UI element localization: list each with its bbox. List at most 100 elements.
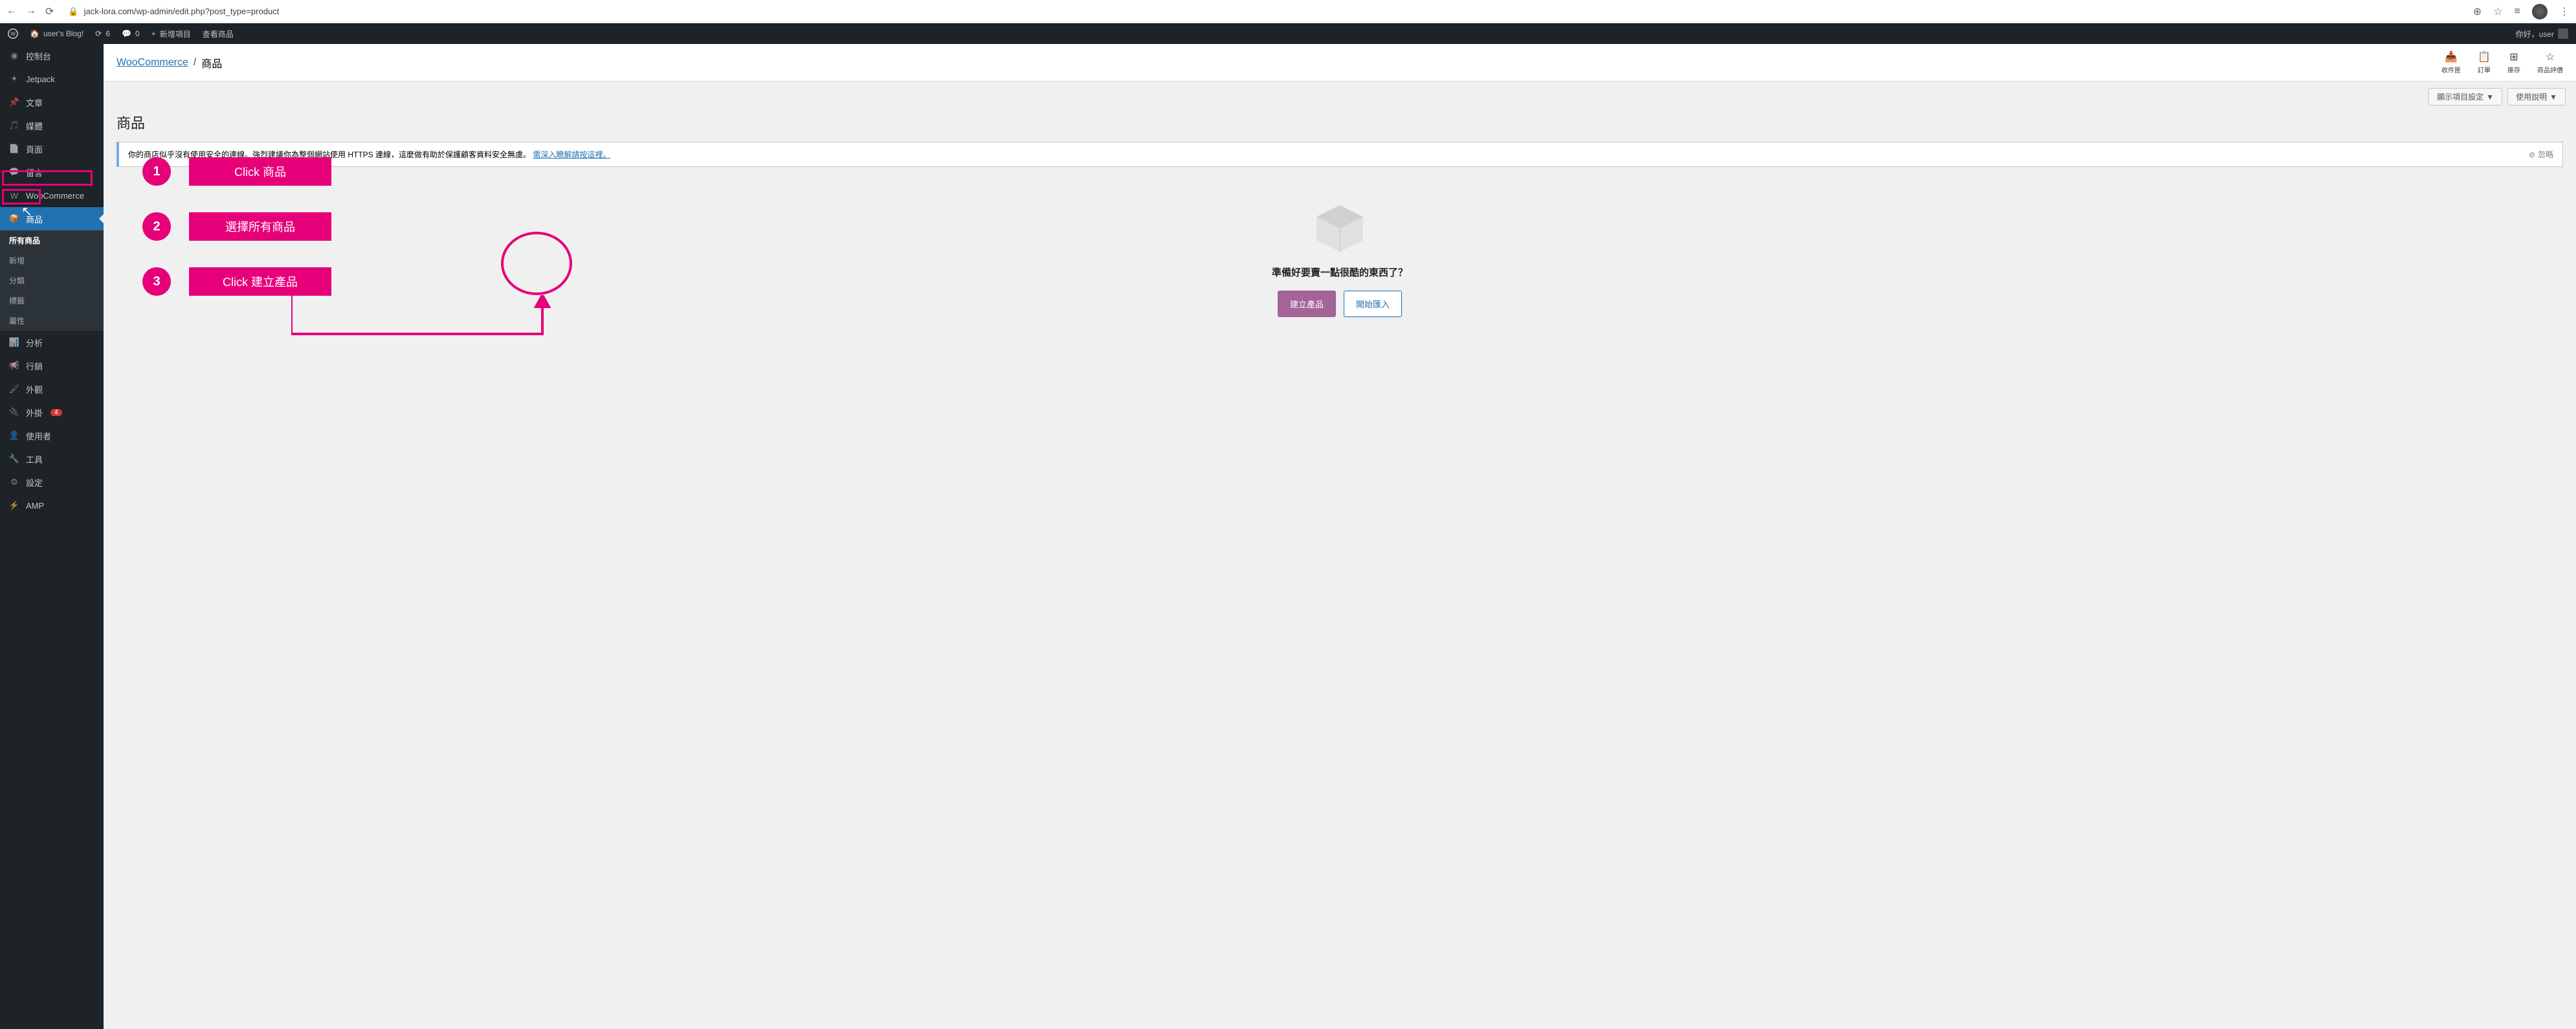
sidebar-item-amp[interactable]: ⚡ AMP xyxy=(0,494,104,517)
analytics-icon: 📊 xyxy=(8,336,21,349)
header-icon-商品評價[interactable]: ☆商品評價 xyxy=(2537,50,2563,74)
translate-icon[interactable]: ⊕ xyxy=(2473,5,2482,18)
sidebar-item-woo[interactable]: WWooCommerce xyxy=(0,184,104,207)
woo-icon: W xyxy=(8,189,21,202)
sidebar-item-label: 分析 xyxy=(26,337,43,349)
close-icon: ⊘ xyxy=(2529,150,2535,159)
sidebar-item-label: 文章 xyxy=(26,96,43,109)
appearance-icon: 🖌 xyxy=(8,382,21,395)
screen-options-tab[interactable]: 顯示項目設定▼ xyxy=(2428,88,2502,105)
annotation-step-3: 3 Click 建立產品 xyxy=(142,267,331,296)
header-icon-label: 訂單 xyxy=(2478,65,2491,74)
sidebar-item-label: 使用者 xyxy=(26,430,51,442)
content-area: WooCommerce / 商品 📥收件匣📋訂單⊞庫存☆商品評價 顯示項目設定▼… xyxy=(104,44,2576,1029)
sidebar-item-pin[interactable]: 📌 文章 xyxy=(0,91,104,114)
reload-icon[interactable]: ⟳ xyxy=(45,5,54,18)
package-icon xyxy=(1311,199,1369,258)
star-icon[interactable]: ☆ xyxy=(2493,5,2502,18)
header-icon-收件匣[interactable]: 📥 收件匣 xyxy=(2441,50,2461,74)
sidebar-item-analytics[interactable]: 📊 分析 xyxy=(0,331,104,354)
browser-toolbar: ← → ⟳ 🔒 jack-lora.com/wp-admin/edit.php?… xyxy=(0,0,2576,23)
svg-text:W: W xyxy=(10,31,16,37)
dashboard-icon: ◉ xyxy=(8,49,21,62)
submenu-item[interactable]: 標籤 xyxy=(0,291,104,311)
sidebar-item-jetpack[interactable]: ✦Jetpack xyxy=(0,67,104,91)
header-icon-glyph: ☆ xyxy=(2546,50,2555,63)
header-icon-label: 庫存 xyxy=(2507,65,2520,74)
header-icon-label: 收件匣 xyxy=(2441,65,2461,74)
update-badge: 4 xyxy=(50,409,62,416)
sidebar-item-label: 設定 xyxy=(26,476,43,489)
step-number: 3 xyxy=(142,267,171,296)
plugins-icon: 🔌 xyxy=(8,406,21,419)
sidebar-item-product[interactable]: 📦商品 xyxy=(0,207,104,230)
header-icon-庫存[interactable]: ⊞庫存 xyxy=(2507,50,2520,74)
view-products-link[interactable]: 查看商品 xyxy=(203,28,234,39)
header-icon-glyph: 📥 xyxy=(2445,50,2458,63)
annotation-step-2: 2 選擇所有商品 xyxy=(142,212,331,241)
chevron-down-icon: ▼ xyxy=(2486,93,2494,102)
pin-icon: 📌 xyxy=(8,96,21,109)
start-import-button[interactable]: 開始匯入 xyxy=(1344,291,1402,317)
step-number: 2 xyxy=(142,212,171,241)
submenu-item[interactable]: 屬性 xyxy=(0,311,104,331)
url-text: jack-lora.com/wp-admin/edit.php?post_typ… xyxy=(84,6,280,16)
sidebar-item-plugins[interactable]: 🔌外掛4 xyxy=(0,401,104,424)
empty-state: 準備好要賣一點很酷的東西了？ 建立產品 開始匯入 xyxy=(104,199,2576,317)
sidebar-item-media[interactable]: 🎵媒體 xyxy=(0,114,104,137)
url-bar[interactable]: 🔒 jack-lora.com/wp-admin/edit.php?post_t… xyxy=(63,3,2464,21)
annotation-step-1: 1 Click 商品 xyxy=(142,157,331,186)
profile-avatar[interactable] xyxy=(2532,4,2548,19)
sidebar-item-page[interactable]: 📄頁面 xyxy=(0,137,104,160)
new-link[interactable]: + 新增項目 xyxy=(151,28,191,39)
sidebar-item-label: 外觀 xyxy=(26,383,43,395)
menu-icon[interactable]: ⋮ xyxy=(2559,5,2570,18)
help-tab[interactable]: 使用說明▼ xyxy=(2507,88,2566,105)
home-icon: 🏠 xyxy=(30,29,39,38)
step-label: 選擇所有商品 xyxy=(189,212,331,241)
forward-icon[interactable]: → xyxy=(26,5,36,18)
comment-icon: 💬 xyxy=(8,166,21,179)
submenu-item[interactable]: 所有商品 xyxy=(0,230,104,250)
header-icon-glyph: 📋 xyxy=(2478,50,2491,63)
users-icon: 👤 xyxy=(8,429,21,442)
site-name-link[interactable]: 🏠 user's Blog! xyxy=(30,29,83,38)
step-label: Click 建立產品 xyxy=(189,267,331,296)
sidebar-item-label: AMP xyxy=(26,501,44,511)
breadcrumb-separator: / xyxy=(194,57,196,69)
header-icon-訂單[interactable]: 📋 訂單 xyxy=(2478,50,2491,74)
breadcrumb-root[interactable]: WooCommerce xyxy=(117,57,188,69)
sidebar-item-users[interactable]: 👤 使用者 xyxy=(0,424,104,447)
sidebar-item-appearance[interactable]: 🖌 外觀 xyxy=(0,377,104,401)
comments-link[interactable]: 💬 0 xyxy=(122,29,140,38)
sidebar-submenu: 所有商品新增分類標籤屬性 xyxy=(0,230,104,331)
howdy-link[interactable]: 你好，user xyxy=(2516,28,2568,39)
user-avatar-small xyxy=(2558,28,2568,39)
amp-icon: ⚡ xyxy=(8,499,21,512)
sidebar-item-tools[interactable]: 🔧工具 xyxy=(0,447,104,470)
notice-link[interactable]: 需深入瞭解請按這裡。 xyxy=(533,150,610,159)
sidebar-item-dashboard[interactable]: ◉控制台 xyxy=(0,44,104,67)
empty-heading: 準備好要賣一點很酷的東西了？ xyxy=(1272,265,1408,279)
extensions-icon[interactable]: ≡ xyxy=(2515,6,2520,17)
notice-dismiss[interactable]: ⊘ 忽略 xyxy=(2529,149,2553,160)
back-icon[interactable]: ← xyxy=(6,5,17,18)
breadcrumb-bar: WooCommerce / 商品 📥收件匣📋訂單⊞庫存☆商品評價 xyxy=(104,44,2576,82)
sidebar-item-settings[interactable]: ⚙ 設定 xyxy=(0,470,104,494)
cursor-icon: ↖ xyxy=(21,203,32,219)
admin-sidebar: ◉控制台✦Jetpack 📌 文章 🎵媒體📄頁面💬留言WWooCommerce📦商品所… xyxy=(0,44,104,1029)
sidebar-item-label: 行銷 xyxy=(26,360,43,372)
updates-link[interactable]: ⟳ 6 xyxy=(95,29,110,38)
sidebar-item-marketing[interactable]: 📢行銷 xyxy=(0,354,104,377)
submenu-item[interactable]: 新增 xyxy=(0,250,104,271)
sidebar-item-comment[interactable]: 💬留言 xyxy=(0,160,104,184)
sidebar-item-label: Jetpack xyxy=(26,74,55,84)
sidebar-item-label: 工具 xyxy=(26,453,43,465)
submenu-item[interactable]: 分類 xyxy=(0,271,104,291)
create-product-button[interactable]: 建立產品 xyxy=(1278,291,1336,317)
wp-logo[interactable]: W xyxy=(8,28,18,39)
step-number: 1 xyxy=(142,157,171,186)
settings-icon: ⚙ xyxy=(8,476,21,489)
plus-icon: + xyxy=(151,29,156,38)
product-icon: 📦 xyxy=(8,212,21,225)
